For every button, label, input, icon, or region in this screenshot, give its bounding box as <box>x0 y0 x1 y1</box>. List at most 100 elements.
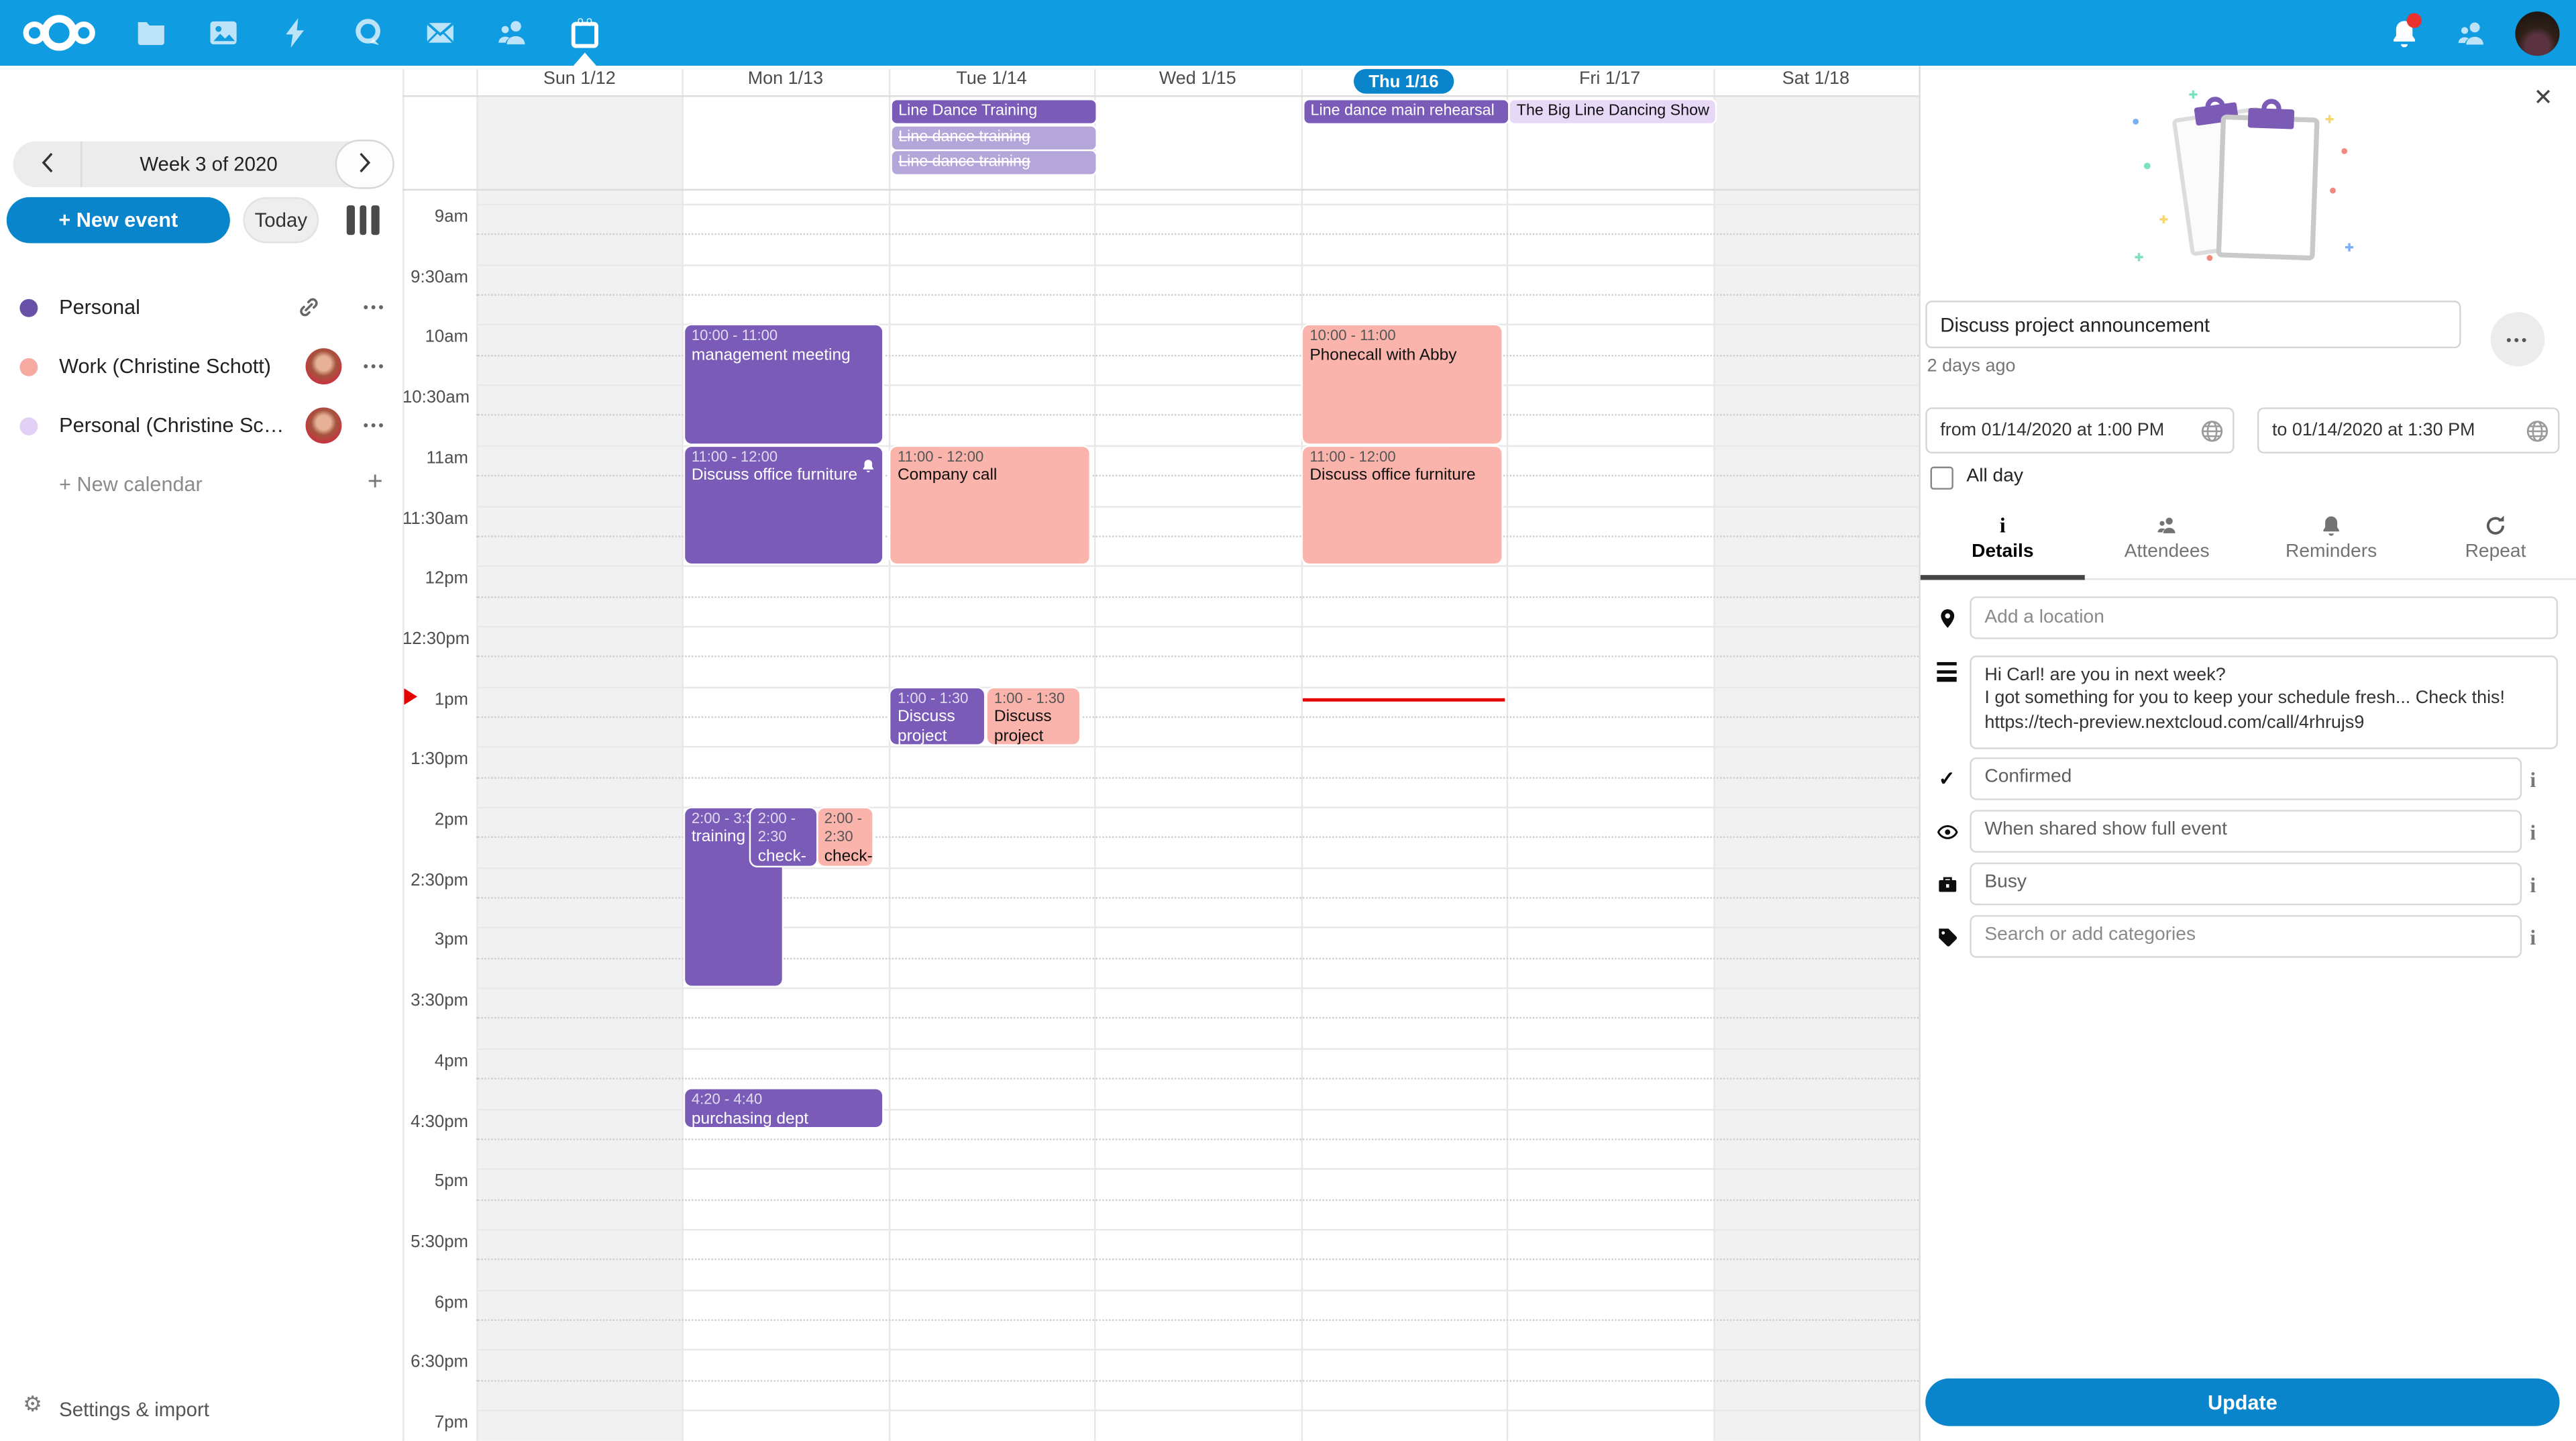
today-pill[interactable]: Thu 1/16 <box>1354 69 1453 94</box>
quarter-slot-line <box>476 294 1919 295</box>
photos-app-icon[interactable] <box>187 0 260 66</box>
today-button[interactable]: Today <box>243 197 319 244</box>
weekend-shading <box>478 95 683 1441</box>
calendar-menu-icon[interactable]: ••• <box>363 396 386 455</box>
check-select[interactable]: Confirmed <box>1970 757 2522 800</box>
tab-reminders[interactable]: Reminders <box>2249 506 2414 578</box>
calendar-menu-icon[interactable]: ••• <box>363 337 386 396</box>
slot-line <box>476 1169 1919 1170</box>
event-title-input[interactable] <box>1925 301 2461 348</box>
info-icon[interactable]: i <box>2530 765 2536 795</box>
calendar-event[interactable]: 10:00 - 11:00management meeting <box>685 326 883 443</box>
time-axis-label: 5pm <box>402 1172 468 1191</box>
all-day-event[interactable]: Line dance training <box>892 125 1096 148</box>
all-day-event[interactable]: Line dance main rehearsal <box>1304 100 1509 123</box>
calendar-event[interactable]: 1:00 - 1:30Discuss project <box>987 688 1079 745</box>
contacts-app-icon[interactable] <box>476 0 549 66</box>
quarter-slot-line <box>476 776 1919 778</box>
all-day-checkbox[interactable] <box>1931 467 1953 490</box>
description-textarea[interactable]: Hi Carl! are you in next week? I got som… <box>1970 655 2558 749</box>
tab-attendees[interactable]: Attendees <box>2085 506 2249 578</box>
all-day-event[interactable]: The Big Line Dancing Show <box>1510 100 1715 123</box>
all-day-event[interactable]: Line Dance Training <box>892 100 1096 123</box>
calendar-color-dot <box>19 358 38 376</box>
info-icon[interactable]: i <box>2530 923 2536 953</box>
end-date-input[interactable] <box>2257 407 2560 453</box>
slot-line <box>476 566 1919 567</box>
week-view-columns-icon[interactable] <box>347 205 383 235</box>
quarter-slot-line <box>476 1319 1919 1320</box>
notifications-bell-icon[interactable] <box>2381 10 2427 56</box>
talk-app-icon[interactable] <box>332 0 405 66</box>
previous-week-button[interactable] <box>13 142 83 188</box>
location-input[interactable] <box>1970 596 2558 639</box>
share-link-icon[interactable] <box>297 296 320 319</box>
current-time-line <box>1302 698 1505 702</box>
tab-repeat[interactable]: Repeat <box>2414 506 2576 578</box>
calendar-week-grid: all-day Sun 1/12Mon 1/13Tue 1/14Wed 1/15… <box>402 66 1919 1441</box>
day-header[interactable]: Thu 1/16 <box>1301 69 1507 95</box>
people-icon <box>2085 513 2249 537</box>
nextcloud-logo-icon[interactable] <box>19 11 99 54</box>
close-icon[interactable]: ✕ <box>2528 82 2558 111</box>
eye-select[interactable]: When shared show full event <box>1970 810 2522 853</box>
day-header[interactable]: Sun 1/12 <box>476 69 682 95</box>
event-time: 1:00 - 1:30 <box>898 690 977 708</box>
calendar-menu-icon[interactable]: ••• <box>363 278 386 337</box>
day-header[interactable]: Sat 1/18 <box>1713 69 1919 95</box>
calendar-app-icon[interactable] <box>549 0 621 66</box>
slot-line <box>476 1349 1919 1350</box>
day-header[interactable]: Mon 1/13 <box>682 69 888 95</box>
day-header[interactable]: Wed 1/15 <box>1095 69 1301 95</box>
info-icon[interactable]: i <box>2530 818 2536 848</box>
briefcase-select[interactable]: Busy <box>1970 863 2522 906</box>
update-button[interactable]: Update <box>1925 1379 2559 1426</box>
day-header[interactable]: Tue 1/14 <box>889 69 1095 95</box>
calendar-event[interactable]: 10:00 - 11:00Phonecall with Abby <box>1303 326 1501 443</box>
tag-icon <box>1935 925 1958 948</box>
clipboard-illustration <box>2118 89 2381 272</box>
quarter-slot-line <box>476 1078 1919 1079</box>
all-day-event[interactable]: Line dance training <box>892 151 1096 174</box>
calendar-event[interactable]: 4:20 - 4:40purchasing dept <box>685 1089 883 1126</box>
slot-line <box>476 686 1919 688</box>
info-icon[interactable]: i <box>2530 871 2536 900</box>
calendar-event[interactable]: 11:00 - 12:00Discuss office furniture <box>1303 447 1501 564</box>
day-header[interactable]: Fri 1/17 <box>1507 69 1713 95</box>
tag-select[interactable]: Search or add categories <box>1970 915 2522 958</box>
event-time: 4:20 - 4:40 <box>692 1091 876 1110</box>
files-app-icon[interactable] <box>115 0 187 66</box>
calendar-event[interactable]: 11:00 - 12:00Company call <box>891 447 1089 564</box>
quarter-slot-line <box>476 1138 1919 1140</box>
tab-details[interactable]: iDetails <box>1921 506 2085 578</box>
calendar-list-item[interactable]: Work (Christine Schott)••• <box>0 337 402 396</box>
user-avatar[interactable] <box>2515 11 2559 55</box>
calendar-event[interactable]: 11:00 - 12:00Discuss office furniture <box>685 447 883 564</box>
weekend-shading <box>1715 95 1919 1441</box>
time-axis-label: 12pm <box>402 569 468 588</box>
timezone-globe-icon[interactable] <box>2200 418 2224 443</box>
activity-app-icon[interactable] <box>260 0 332 66</box>
editor-tabs: iDetailsAttendeesRemindersRepeat <box>1921 506 2576 580</box>
calendar-list-item[interactable]: Personal••• <box>0 278 402 337</box>
quarter-slot-line <box>476 234 1919 235</box>
mail-app-icon[interactable] <box>404 0 476 66</box>
calendar-event[interactable]: 2:00 - 2:30check-in <box>818 808 873 865</box>
timezone-globe-icon[interactable] <box>2525 418 2550 443</box>
settings-import[interactable]: ⚙ Settings & import <box>0 1390 402 1430</box>
shared-by-avatar <box>306 348 342 384</box>
start-date-input[interactable] <box>1925 407 2234 453</box>
new-event-button[interactable]: + New event <box>7 197 230 244</box>
next-week-button[interactable] <box>335 140 394 189</box>
event-actions-menu-icon[interactable]: ••• <box>2491 312 2545 366</box>
new-calendar-button[interactable]: + New calendar+ <box>0 455 402 514</box>
current-time-arrow <box>404 688 417 704</box>
active-app-caret <box>574 52 596 66</box>
calendar-list-item[interactable]: Personal (Christine Schott)••• <box>0 396 402 455</box>
event-title: check-in <box>758 847 810 865</box>
week-label[interactable]: Week 3 of 2020 <box>82 142 335 188</box>
calendar-event[interactable]: 1:00 - 1:30Discuss project announcement <box>891 688 984 745</box>
calendar-event[interactable]: 2:00 - 2:30check-in <box>751 808 816 865</box>
contacts-menu-icon[interactable] <box>2448 10 2494 56</box>
briefcase-icon <box>1935 872 1958 895</box>
